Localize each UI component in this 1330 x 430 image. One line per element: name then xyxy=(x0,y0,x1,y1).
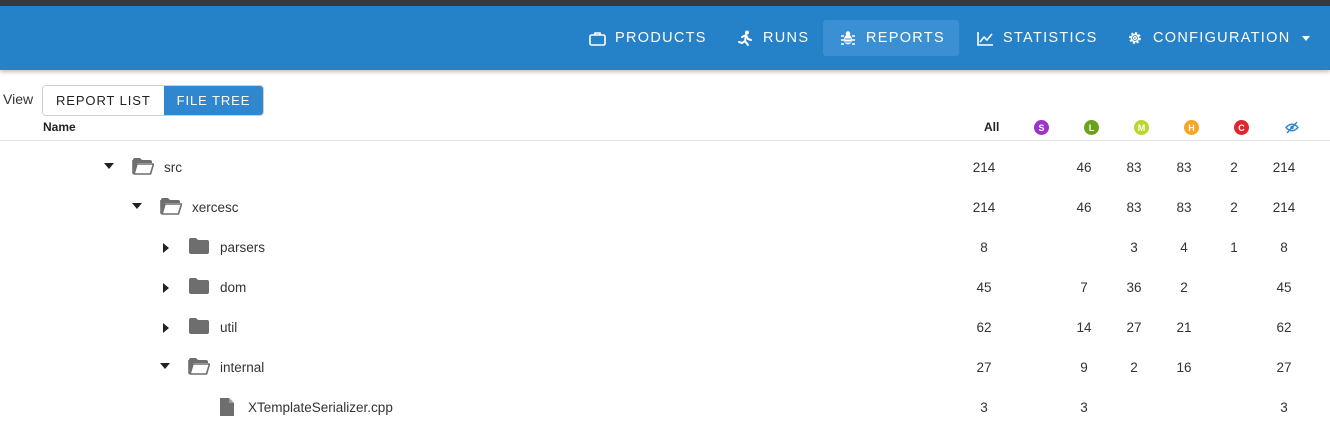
cell-critical: 2 xyxy=(1230,200,1238,215)
view-label: View xyxy=(3,91,34,107)
table-header: Name All S L M H C xyxy=(0,116,1330,141)
cell-suppressed: 27 xyxy=(1276,360,1292,375)
cell-low: 14 xyxy=(1076,320,1092,335)
cell-all: 3 xyxy=(980,400,988,415)
cell-low: 3 xyxy=(1080,400,1088,415)
cell-critical: 1 xyxy=(1230,240,1238,255)
severity-high-icon[interactable]: H xyxy=(1184,120,1199,135)
nav-configuration[interactable]: CONFIGURATION xyxy=(1126,20,1311,56)
cell-all: 62 xyxy=(976,320,992,335)
nav-runs-label: RUNS xyxy=(763,30,810,46)
cell-suppressed: 62 xyxy=(1276,320,1292,335)
folder-open-icon xyxy=(188,357,211,377)
view-toggle: REPORT LIST FILE TREE xyxy=(42,85,265,116)
cell-low: 9 xyxy=(1080,360,1088,375)
tree-item-name[interactable]: xercesc xyxy=(192,200,239,215)
cell-all: 27 xyxy=(976,360,992,375)
cell-medium: 83 xyxy=(1126,200,1142,215)
nav-runs[interactable]: RUNS xyxy=(736,20,809,56)
tree-row[interactable]: internal 27 9 2 16 27 xyxy=(0,348,1330,388)
cell-high: 83 xyxy=(1176,160,1192,175)
tree-item-name[interactable]: XTemplateSerializer.cpp xyxy=(248,400,393,415)
nav-reports[interactable]: REPORTS xyxy=(823,20,959,56)
cell-suppressed: 214 xyxy=(1272,160,1296,175)
severity-medium-icon[interactable]: M xyxy=(1134,120,1149,135)
cell-low: 46 xyxy=(1076,200,1092,215)
tree-item-name[interactable]: dom xyxy=(220,280,246,295)
column-header-name[interactable]: Name xyxy=(43,120,76,134)
cell-high: 2 xyxy=(1180,280,1188,295)
tree-row[interactable]: xercesc 214 46 83 83 2 214 xyxy=(0,188,1330,228)
tree-row[interactable]: src 214 46 83 83 2 214 xyxy=(0,148,1330,188)
cell-low: 7 xyxy=(1080,280,1088,295)
nav-statistics[interactable]: STATISTICS xyxy=(976,20,1098,56)
file-icon xyxy=(219,397,241,417)
tree-item-name[interactable]: parsers xyxy=(220,240,265,255)
tree-row[interactable]: dom 45 7 36 2 45 xyxy=(0,268,1330,308)
severity-style-icon[interactable]: S xyxy=(1034,120,1049,135)
line-chart-icon xyxy=(976,29,994,47)
expand-down-arrow-icon[interactable] xyxy=(104,163,114,169)
cell-medium: 36 xyxy=(1126,280,1142,295)
gear-icon xyxy=(1126,29,1144,47)
folder-icon xyxy=(188,237,210,257)
cell-suppressed: 45 xyxy=(1276,280,1292,295)
bug-icon xyxy=(839,29,857,47)
chevron-down-icon[interactable] xyxy=(1302,35,1311,41)
file-tree-button[interactable]: FILE TREE xyxy=(163,86,264,115)
tree-row[interactable]: parsers 8 3 4 1 8 xyxy=(0,228,1330,268)
cell-medium: 3 xyxy=(1130,240,1138,255)
cell-all: 214 xyxy=(972,200,996,215)
severity-critical-icon[interactable]: C xyxy=(1234,120,1249,135)
cell-all: 8 xyxy=(980,240,988,255)
column-header-all[interactable]: All xyxy=(984,120,999,134)
folder-open-icon xyxy=(132,157,155,177)
expand-right-arrow-icon[interactable] xyxy=(163,323,169,333)
cell-high: 83 xyxy=(1176,200,1192,215)
app-header: PRODUCTS RUNS REPORTS STATISTICS CONFIGU… xyxy=(0,6,1330,70)
expand-right-arrow-icon[interactable] xyxy=(163,243,169,253)
cell-suppressed: 8 xyxy=(1280,240,1288,255)
folder-open-icon xyxy=(160,197,183,217)
expand-right-arrow-icon[interactable] xyxy=(163,283,169,293)
cell-all: 45 xyxy=(976,280,992,295)
report-list-button[interactable]: REPORT LIST xyxy=(43,86,164,115)
folder-icon xyxy=(188,317,210,337)
briefcase-icon xyxy=(588,29,606,47)
nav-statistics-label: STATISTICS xyxy=(1003,30,1098,46)
eye-off-icon[interactable] xyxy=(1285,121,1299,137)
expand-down-arrow-icon[interactable] xyxy=(132,203,142,209)
tree-row[interactable]: XTemplateSerializer.cpp 3 3 3 xyxy=(0,388,1330,428)
cell-high: 4 xyxy=(1180,240,1188,255)
severity-low-icon[interactable]: L xyxy=(1084,120,1099,135)
running-person-icon xyxy=(736,29,754,47)
folder-icon xyxy=(188,277,210,297)
cell-suppressed: 214 xyxy=(1272,200,1296,215)
cell-suppressed: 3 xyxy=(1280,400,1288,415)
cell-high: 21 xyxy=(1176,320,1192,335)
nav-configuration-label: CONFIGURATION xyxy=(1153,30,1291,46)
nav-products-label: PRODUCTS xyxy=(615,30,707,46)
tree-row[interactable]: util 62 14 27 21 62 xyxy=(0,308,1330,348)
cell-high: 16 xyxy=(1176,360,1192,375)
nav-products[interactable]: PRODUCTS xyxy=(588,20,707,56)
tree-item-name[interactable]: internal xyxy=(220,360,264,375)
cell-medium: 27 xyxy=(1126,320,1142,335)
cell-medium: 2 xyxy=(1130,360,1138,375)
cell-medium: 83 xyxy=(1126,160,1142,175)
tree-item-name[interactable]: src xyxy=(164,160,182,175)
tree-item-name[interactable]: util xyxy=(220,320,237,335)
cell-low: 46 xyxy=(1076,160,1092,175)
nav-reports-label: REPORTS xyxy=(866,30,945,46)
cell-all: 214 xyxy=(972,160,996,175)
cell-critical: 2 xyxy=(1230,160,1238,175)
expand-down-arrow-icon[interactable] xyxy=(160,363,170,369)
